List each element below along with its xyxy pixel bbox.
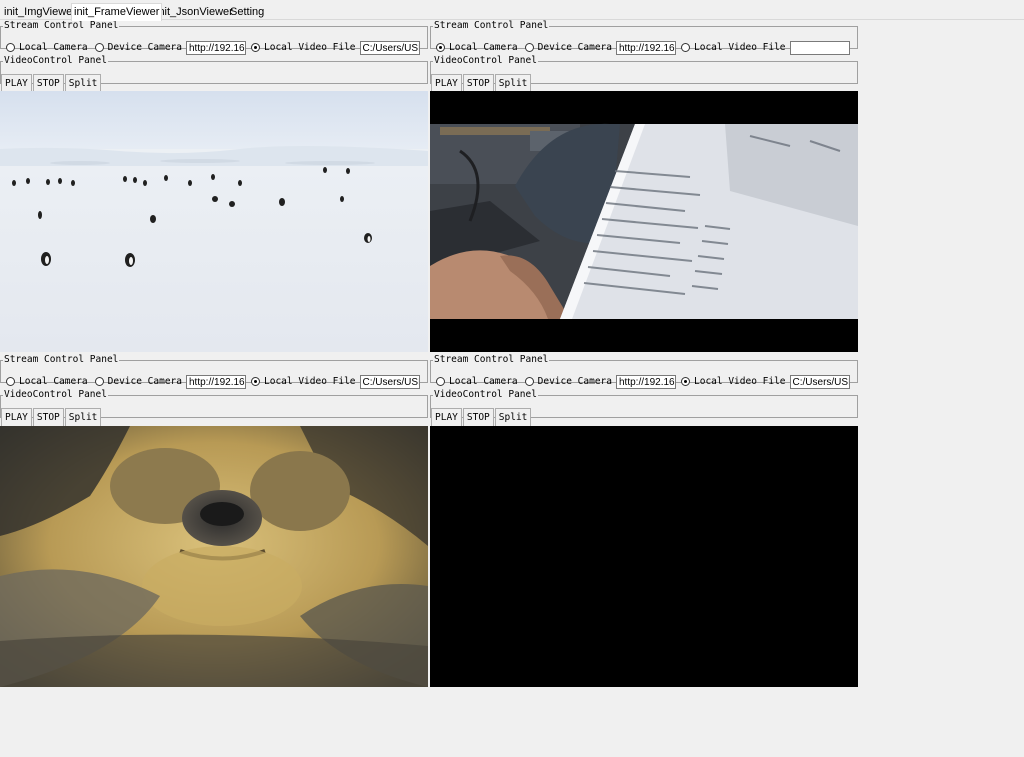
device-camera-radio[interactable]	[524, 43, 534, 52]
video-file-path-input[interactable]: C:/Users/USE	[359, 374, 420, 389]
video-panel-title: VideoControl Panel	[4, 55, 107, 66]
local-video-file-label: Local Video File	[694, 42, 786, 53]
video-frame	[430, 426, 858, 687]
stop-button[interactable]: STOP	[462, 408, 494, 427]
local-video-file-radio[interactable]	[681, 43, 690, 52]
split-button[interactable]: Split	[64, 408, 102, 427]
video-control-panel: VideoControl Panel PLAY STOP Split	[430, 55, 858, 93]
local-camera-radio[interactable]	[436, 43, 445, 52]
device-camera-label: Device Camera	[107, 376, 182, 387]
stream-panel-title: Stream Control Panel	[434, 20, 549, 31]
play-button[interactable]: PLAY	[431, 408, 462, 427]
video-file-path-input[interactable]: C:/Users/USE	[789, 374, 850, 389]
local-camera-radio[interactable]	[6, 43, 15, 52]
tab-img-viewer[interactable]: init_ImgViewer	[2, 5, 78, 20]
tab-bar: init_ImgViewer init_FrameViewer init_Jso…	[0, 3, 1024, 21]
device-camera-radio[interactable]	[94, 377, 104, 386]
local-camera-label: Local Camera	[19, 42, 88, 53]
stream-control-panel: Stream Control Panel Local Camera Device…	[0, 354, 428, 389]
stream-control-panel: Stream Control Panel Local Camera Device…	[0, 20, 428, 55]
device-camera-radio[interactable]	[94, 43, 104, 52]
stream-panel-title: Stream Control Panel	[434, 354, 549, 365]
stream-control-panel: Stream Control Panel Local Camera Device…	[430, 20, 858, 55]
local-video-file-label: Local Video File	[264, 376, 356, 387]
device-camera-label: Device Camera	[537, 42, 612, 53]
device-url-input[interactable]: http://192.16	[186, 374, 246, 389]
local-camera-radio[interactable]	[436, 377, 445, 386]
video-file-path-input[interactable]: C:/Users/USE	[359, 40, 420, 55]
device-camera-label: Device Camera	[107, 42, 182, 53]
video-control-panel: VideoControl Panel PLAY STOP Split	[430, 389, 858, 427]
local-video-file-radio[interactable]	[251, 377, 260, 386]
video-panel-title: VideoControl Panel	[434, 389, 537, 400]
local-camera-label: Local Camera	[19, 376, 88, 387]
device-url-input[interactable]: http://192.16	[616, 374, 676, 389]
device-url-input[interactable]: http://192.16	[616, 40, 676, 55]
local-video-file-label: Local Video File	[694, 376, 786, 387]
video-frame	[0, 91, 428, 352]
local-video-file-radio[interactable]	[681, 377, 690, 386]
tab-setting[interactable]: Setting	[228, 5, 266, 20]
otter-video-image	[0, 426, 428, 687]
device-camera-label: Device Camera	[537, 376, 612, 387]
local-camera-radio[interactable]	[6, 377, 15, 386]
empty-video-image	[430, 426, 858, 687]
video-frame	[0, 426, 428, 687]
tab-json-viewer[interactable]: init_JsonViewer	[154, 5, 235, 20]
stop-button[interactable]: STOP	[32, 408, 64, 427]
local-camera-label: Local Camera	[449, 42, 518, 53]
video-control-panel: VideoControl Panel PLAY STOP Split	[0, 389, 428, 427]
device-url-input[interactable]: http://192.16	[186, 40, 246, 55]
stream-panel-title: Stream Control Panel	[4, 20, 119, 31]
video-panel-title: VideoControl Panel	[434, 55, 537, 66]
split-button[interactable]: Split	[494, 408, 532, 427]
penguins-video-image	[0, 91, 428, 352]
play-button[interactable]: PLAY	[1, 408, 32, 427]
stream-panel-title: Stream Control Panel	[4, 354, 119, 365]
video-panel-title: VideoControl Panel	[4, 389, 107, 400]
video-control-panel: VideoControl Panel PLAY STOP Split	[0, 55, 428, 93]
local-camera-label: Local Camera	[449, 376, 518, 387]
device-camera-radio[interactable]	[524, 377, 534, 386]
local-video-file-label: Local Video File	[264, 42, 356, 53]
video-frame	[430, 91, 858, 352]
local-video-file-radio[interactable]	[251, 43, 260, 52]
tab-frame-viewer[interactable]: init_FrameViewer	[71, 3, 163, 21]
video-file-path-input[interactable]	[789, 40, 850, 55]
webcam-video-image	[430, 91, 858, 352]
stream-control-panel: Stream Control Panel Local Camera Device…	[430, 354, 858, 389]
